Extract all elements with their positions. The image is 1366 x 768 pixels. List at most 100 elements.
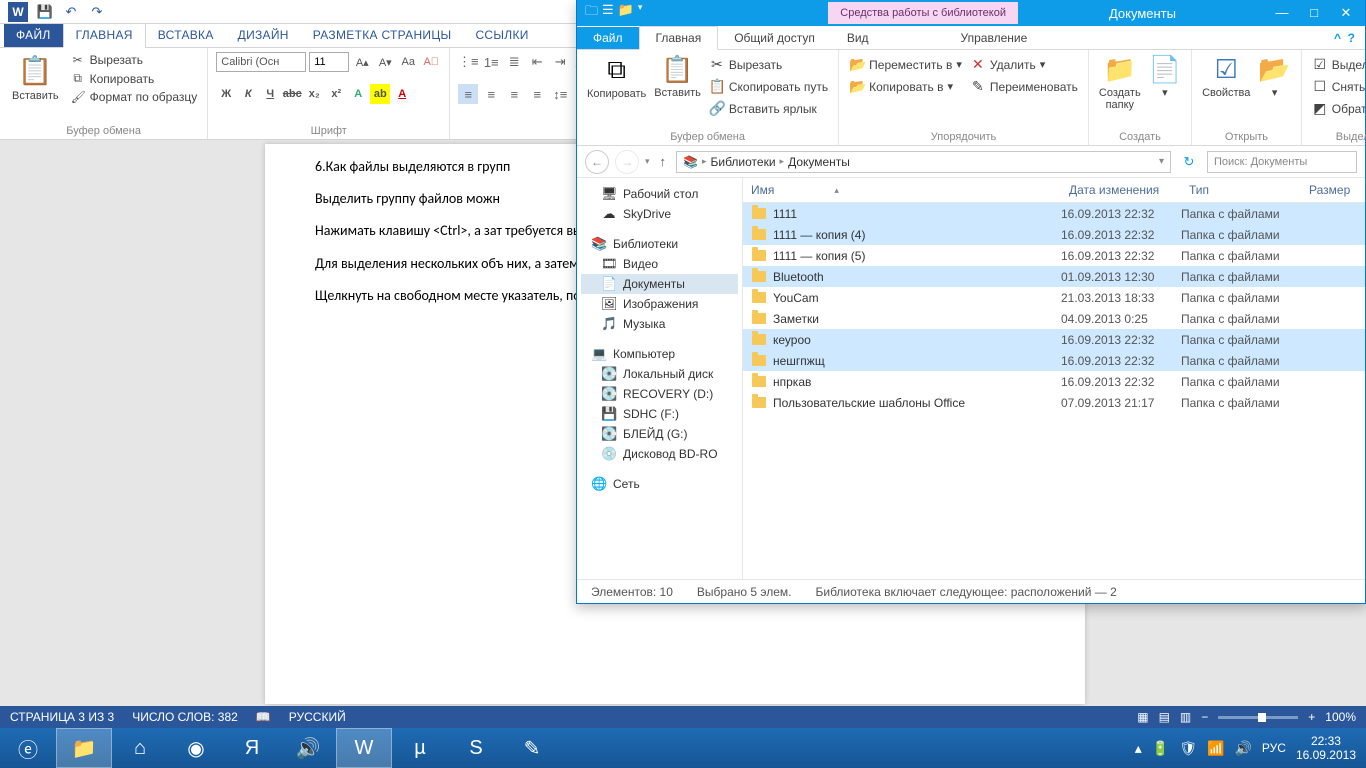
refresh-button[interactable]: ↻ [1177,154,1201,170]
align-center-icon[interactable]: ≡ [481,84,501,104]
tree-item[interactable]: 💽Локальный диск [581,364,738,384]
tab-references[interactable]: ССЫЛКИ [463,24,540,47]
font-size-input[interactable]: 11 [309,52,349,72]
multilevel-icon[interactable]: ≣ [504,52,524,72]
tab-design[interactable]: ДИЗАЙН [226,24,301,47]
shrink-font-icon[interactable]: A▾ [375,52,395,72]
taskbar-item-chrome[interactable]: ◉ [168,728,224,768]
file-row[interactable]: Заметки04.09.2013 0:25Папка с файлами [743,308,1365,329]
tree-item[interactable]: 📚Библиотеки [581,234,738,254]
italic-button[interactable]: К [238,84,258,104]
tree-item[interactable]: 💾SDHC (F:) [581,404,738,424]
align-left-icon[interactable]: ≡ [458,84,478,104]
file-row[interactable]: 111116.09.2013 22:32Папка с файлами [743,203,1365,224]
tray-up-icon[interactable]: ▴ [1135,740,1142,757]
save-icon[interactable]: 💾 [36,3,54,21]
open-button[interactable]: 📂▾ [1258,54,1290,99]
view-print-icon[interactable]: ▤ [1159,710,1170,724]
taskbar-item-word[interactable]: W [336,728,392,768]
tree-item[interactable]: 💽RECOVERY (D:) [581,384,738,404]
col-size[interactable]: Размер [1301,178,1365,202]
taskbar-item-audio[interactable]: 🔊 [280,728,336,768]
status-words[interactable]: ЧИСЛО СЛОВ: 382 [132,710,238,724]
change-case-icon[interactable]: Aa [398,52,418,72]
strike-button[interactable]: abc [282,84,302,104]
format-painter-button[interactable]: 🖌Формат по образцу [69,89,200,105]
tab-insert[interactable]: ВСТАВКА [146,24,226,47]
tab-file[interactable]: Файл [577,27,639,49]
tray-clock[interactable]: 22:33 16.09.2013 [1296,734,1356,763]
font-color-icon[interactable]: A [392,84,412,104]
bold-button[interactable]: Ж [216,84,236,104]
tab-view[interactable]: Вид [831,27,885,49]
tree-item[interactable]: 🎞Видео [581,254,738,274]
minimize-icon[interactable]: — [1267,5,1297,21]
copy-to-button[interactable]: 📂Копировать в ▾ [849,76,962,97]
col-type[interactable]: Тип [1181,178,1301,202]
align-right-icon[interactable]: ≡ [504,84,524,104]
file-row[interactable]: Пользовательские шаблоны Office07.09.201… [743,392,1365,413]
search-input[interactable]: Поиск: Документы [1207,151,1357,173]
taskbar-item-utorrent[interactable]: µ [392,728,448,768]
nav-tree[interactable]: 🖥Рабочий стол☁SkyDrive📚Библиотеки🎞Видео📄… [577,178,743,579]
crumb[interactable]: Документы [788,155,850,169]
superscript-button[interactable]: x² [326,84,346,104]
chevron-down-icon[interactable]: ▾ [638,2,643,24]
paste-button[interactable]: 📋Вставить [8,52,63,104]
tree-item[interactable]: 💻Компьютер [581,344,738,364]
taskbar-item-explorer[interactable]: 📁 [56,728,112,768]
tab-home[interactable]: ГЛАВНАЯ [63,23,146,48]
file-row[interactable]: YouCam21.03.2013 18:33Папка с файлами [743,287,1365,308]
properties-button[interactable]: ☑Свойства [1202,54,1250,99]
paste-shortcut-button[interactable]: 🔗Вставить ярлык [709,98,828,119]
zoom-value[interactable]: 100% [1325,710,1356,724]
file-row[interactable]: 1111 — копия (5)16.09.2013 22:32Папка с … [743,245,1365,266]
tray-lang[interactable]: РУС [1262,741,1286,755]
indent-dec-icon[interactable]: ⇤ [527,52,547,72]
back-button[interactable]: ← [585,150,609,174]
move-to-button[interactable]: 📂Переместить в ▾ [849,54,962,75]
tray-battery-icon[interactable]: 🔋 [1152,740,1169,757]
list-header[interactable]: Имя▴ Дата изменения Тип Размер [743,178,1365,203]
taskbar-item-yandex[interactable]: Я [224,728,280,768]
select-all-button[interactable]: ☑Выделить все [1312,54,1366,75]
tree-item[interactable]: 🖼Изображения [581,294,738,314]
zoom-out-icon[interactable]: − [1201,710,1208,724]
new-item-button[interactable]: 📄▾ [1149,54,1181,99]
file-row[interactable]: Bluetooth01.09.2013 12:30Папка с файлами [743,266,1365,287]
indent-inc-icon[interactable]: ⇥ [550,52,570,72]
taskbar-item-ie[interactable]: ⓔ [0,728,56,768]
zoom-slider[interactable] [1218,716,1298,719]
ribbon-help-icon[interactable]: ^ ? [1324,27,1365,49]
tree-item[interactable]: ☁SkyDrive [581,204,738,224]
paste-button[interactable]: 📋Вставить [654,54,701,99]
copy-path-button[interactable]: 📋Скопировать путь [709,76,828,97]
tree-item[interactable]: 💿Дисковод BD-RO [581,444,738,464]
file-row[interactable]: кеуроо16.09.2013 22:32Папка с файлами [743,329,1365,350]
file-row[interactable]: нешгпжщ16.09.2013 22:32Папка с файлами [743,350,1365,371]
tab-manage[interactable]: Управление [945,27,1044,49]
forward-button[interactable]: → [615,150,639,174]
text-effects-icon[interactable]: A [348,84,368,104]
status-lang[interactable]: РУССКИЙ [289,710,346,724]
tray-network-icon[interactable]: 📶 [1207,740,1224,757]
address-bar[interactable]: 📚 ▸ Библиотеки ▸ Документы ▾ [676,151,1171,173]
view-web-icon[interactable]: ▥ [1180,710,1191,724]
taskbar-item-skype[interactable]: S [448,728,504,768]
font-name-input[interactable]: Calibri (Осн [216,52,306,72]
new-folder-button[interactable]: 📁Создать папку [1099,54,1141,111]
tray-volume-icon[interactable]: 🔊 [1234,740,1251,757]
tab-layout[interactable]: РАЗМЕТКА СТРАНИЦЫ [301,24,464,47]
status-page[interactable]: СТРАНИЦА 3 ИЗ 3 [10,710,114,724]
tree-item[interactable]: 🎵Музыка [581,314,738,334]
tab-share[interactable]: Общий доступ [718,27,831,49]
status-proof-icon[interactable]: 📖 [256,710,271,724]
clear-format-icon[interactable]: A⃠ [421,52,441,72]
properties-icon[interactable]: ☰ [602,2,614,24]
tab-file[interactable]: ФАЙЛ [4,24,63,47]
copy-button[interactable]: ⧉Копировать [69,70,200,87]
close-icon[interactable]: ✕ [1331,5,1361,21]
rename-button[interactable]: ✎Переименовать [970,76,1078,97]
view-read-icon[interactable]: ▦ [1137,710,1148,724]
tray-shield-icon[interactable]: 🛡 [1179,740,1197,757]
